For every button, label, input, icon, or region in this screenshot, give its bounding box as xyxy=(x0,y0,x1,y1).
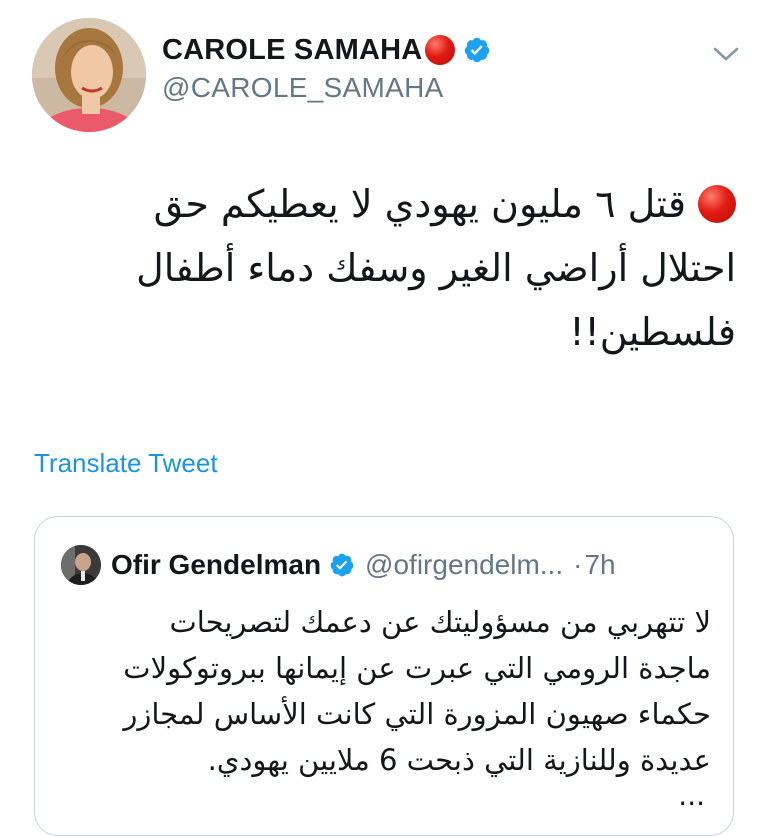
verified-badge-icon xyxy=(330,553,354,577)
quoted-author-name: Ofir Gendelman xyxy=(111,549,322,580)
translate-tweet-link[interactable]: Translate Tweet xyxy=(34,448,218,479)
quoted-tweet-header: Ofir Gendelman @ofirgendelm... · 7h xyxy=(61,545,616,585)
quoted-text-line: حكماء صهيون المزورة التي كانت الأساس لمج… xyxy=(123,697,711,731)
quoted-text-line: ماجدة الرومي التي عبرت عن إيمانها ببروتو… xyxy=(123,651,711,685)
red-circle-emoji-icon xyxy=(698,185,736,223)
red-circle-emoji-icon xyxy=(425,35,456,65)
tweet-text-line-1: قتل ٦ مليون يهودي لا يعطيكم حق xyxy=(153,182,686,226)
author-display-name[interactable]: CAROLE SAMAHA xyxy=(162,34,422,67)
verified-badge-icon xyxy=(465,37,490,63)
quoted-tweet-timestamp: 7h xyxy=(584,549,616,580)
tweet-text-line: قتل ٦ مليون يهودي لا يعطيكم حق xyxy=(60,172,736,236)
quoted-author-avatar xyxy=(61,545,101,585)
tweet-text-line: احتلال أراضي الغير وسفك دماء أطفال xyxy=(136,246,736,290)
avatar-photo-icon xyxy=(61,545,101,585)
quoted-text-line: عديدة وللنازية التي ذبحت 6 ملايين يهودي. xyxy=(207,743,711,777)
separator-dot: · xyxy=(573,549,583,580)
tweet-text-line: فلسطين!! xyxy=(569,310,736,354)
tweet-header: CAROLE SAMAHA @CAROLE_SAMAHA xyxy=(0,0,768,150)
quoted-tweet-text: لا تتهربي من مسؤوليتك عن دعمك لتصريحات م… xyxy=(75,599,711,783)
tweet-text: قتل ٦ مليون يهودي لا يعطيكم حق احتلال أر… xyxy=(60,172,736,364)
quoted-author-handle: @ofirgendelm... xyxy=(365,549,564,580)
author-handle[interactable]: @CAROLE_SAMAHA xyxy=(162,72,444,104)
author-name-row: CAROLE SAMAHA xyxy=(162,30,491,70)
chevron-down-icon[interactable] xyxy=(710,42,742,66)
quoted-text-line: لا تتهربي من مسؤوليتك عن دعمك لتصريحات xyxy=(169,605,711,639)
author-avatar[interactable] xyxy=(32,18,146,132)
quoted-tweet-card[interactable]: Ofir Gendelman @ofirgendelm... · 7h لا ت… xyxy=(34,516,734,836)
quoted-text-ellipsis: ... xyxy=(678,779,705,812)
avatar-photo-icon xyxy=(32,18,146,132)
